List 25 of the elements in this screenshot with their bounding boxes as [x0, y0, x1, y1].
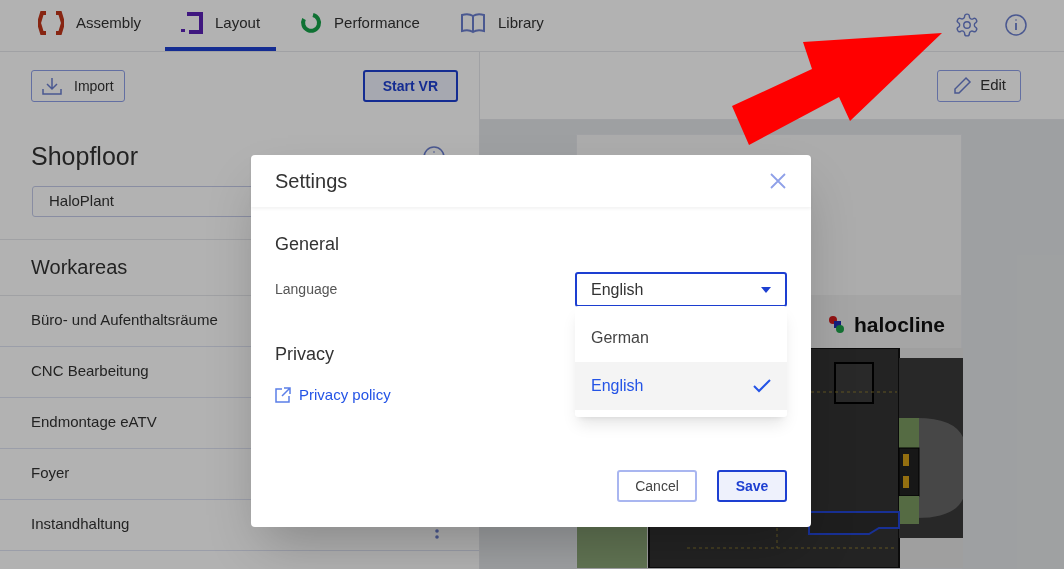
language-option[interactable]: English	[575, 362, 787, 410]
start-vr-button[interactable]: Start VR	[362, 70, 458, 102]
check-icon	[753, 379, 771, 393]
hexagon-icon	[38, 11, 64, 35]
download-icon	[42, 77, 62, 95]
import-button[interactable]: Import	[31, 70, 125, 102]
settings-icon[interactable]	[954, 12, 980, 38]
save-button[interactable]: Save	[717, 470, 787, 502]
close-icon[interactable]	[769, 172, 787, 190]
external-link-icon	[275, 387, 291, 404]
nav-tab[interactable]: Assembly	[22, 0, 158, 51]
nav-tab[interactable]: Layout	[165, 0, 277, 51]
language-option[interactable]: German	[575, 314, 787, 362]
logo-text: halocline	[853, 312, 945, 339]
shopfloor-title: Shopfloor	[31, 141, 139, 172]
pencil-icon	[952, 75, 973, 96]
info-icon[interactable]	[1004, 13, 1028, 37]
arrow-icon	[732, 33, 942, 148]
nav-tab[interactable]: Performance	[284, 0, 436, 51]
ring-icon	[300, 12, 323, 34]
nav-tab[interactable]: Library	[443, 0, 560, 51]
caret-icon	[761, 286, 771, 293]
book-icon	[459, 12, 486, 34]
logo-icon	[827, 315, 846, 335]
cancel-button[interactable]: Cancel	[617, 470, 697, 502]
